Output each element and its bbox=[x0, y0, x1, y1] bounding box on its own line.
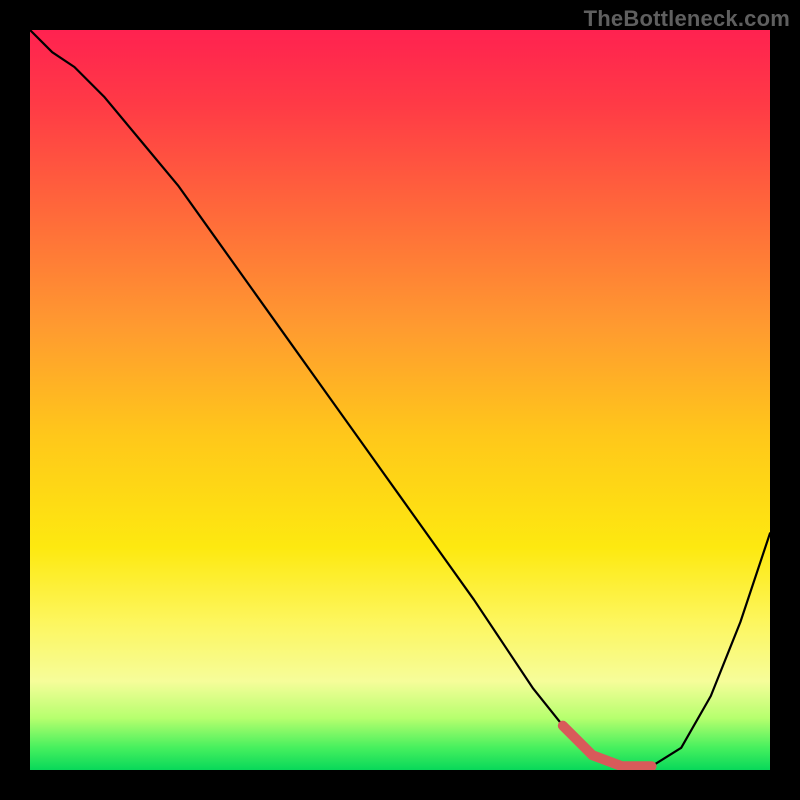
bottleneck-curve bbox=[30, 30, 770, 766]
chart-frame: TheBottleneck.com bbox=[0, 0, 800, 800]
curve-svg bbox=[30, 30, 770, 770]
minimum-highlight bbox=[563, 726, 652, 767]
watermark-text: TheBottleneck.com bbox=[584, 6, 790, 32]
plot-area bbox=[30, 30, 770, 770]
